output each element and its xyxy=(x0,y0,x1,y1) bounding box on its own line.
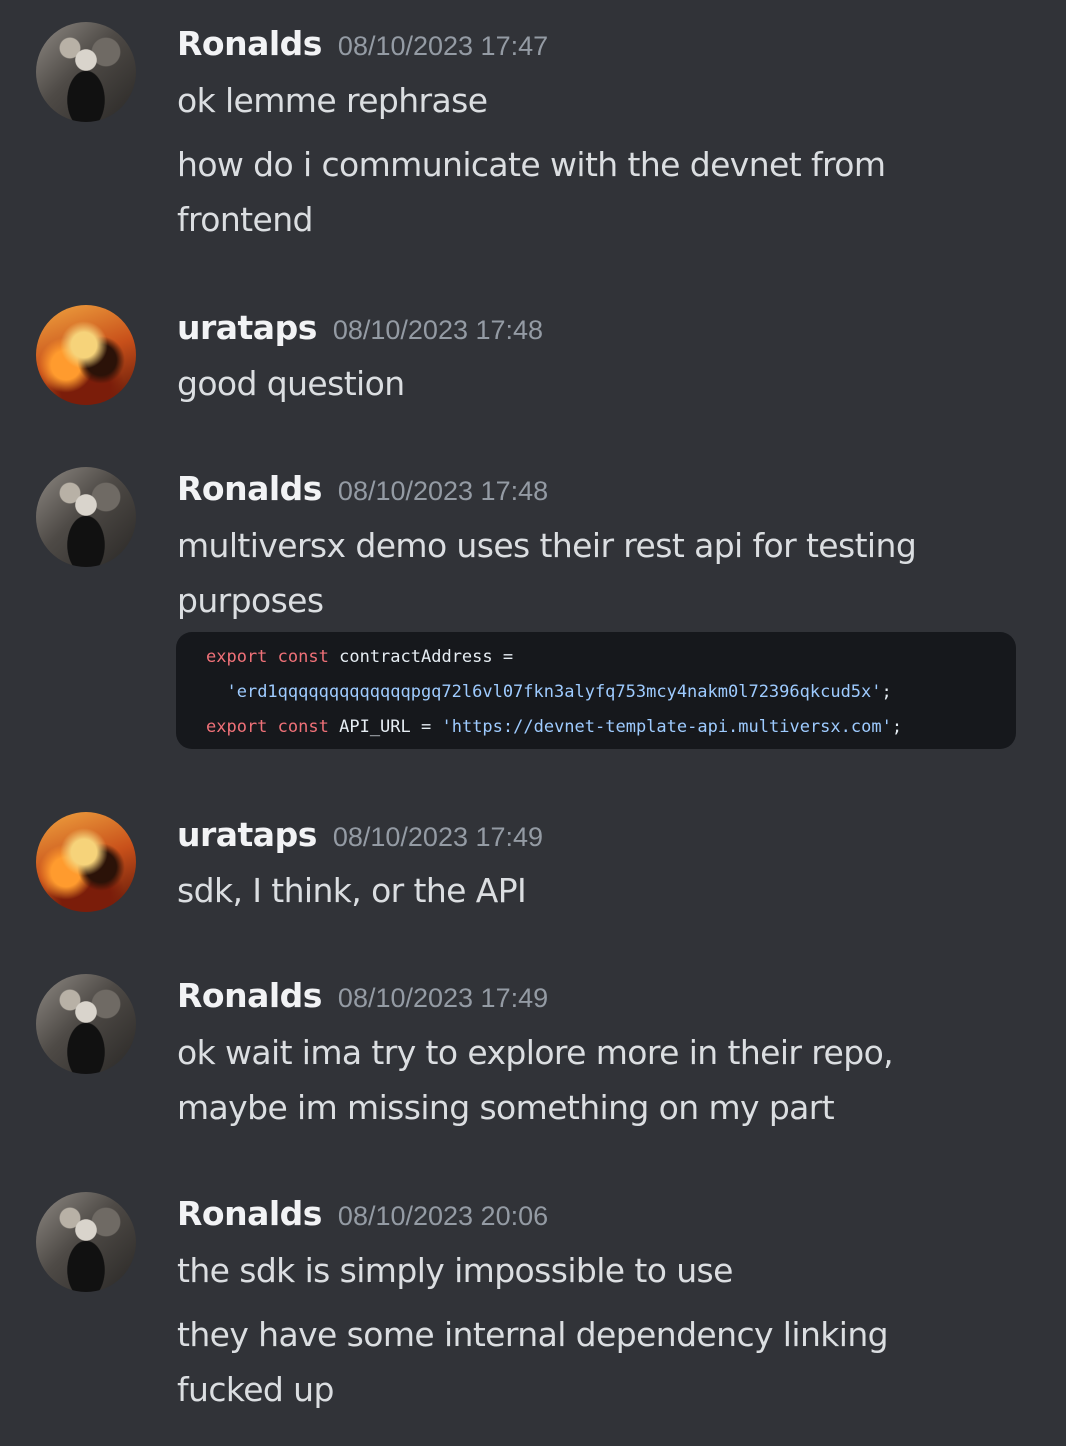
message-text: multiversx demo uses their rest api for … xyxy=(177,526,917,565)
message-text: good question xyxy=(177,364,405,403)
code-keyword: const xyxy=(277,717,329,737)
code-screenshot-attachment[interactable]: export const contractAddress = 'erd1qqqq… xyxy=(176,632,1016,749)
timestamp: 08/10/2023 17:48 xyxy=(337,476,549,506)
message-text: the sdk is simply impossible to use xyxy=(177,1251,733,1290)
code-text: contractAddress = xyxy=(339,647,514,667)
message-text: ok lemme rephrase xyxy=(177,81,488,120)
code-keyword: export xyxy=(206,717,268,737)
username[interactable]: Ronalds xyxy=(177,976,322,1015)
message-text: how do i communicate with the devnet fro… xyxy=(177,145,886,184)
username[interactable]: urataps xyxy=(177,308,317,347)
message-text: ok wait ima try to explore more in their… xyxy=(177,1033,894,1072)
timestamp: 08/10/2023 17:49 xyxy=(332,822,544,852)
timestamp: 08/10/2023 17:49 xyxy=(337,983,549,1013)
code-keyword: export xyxy=(206,647,268,667)
message-header: Ronalds 08/10/2023 20:06 xyxy=(177,1194,548,1233)
code-string: 'erd1qqqqqqqqqqqqqpgq72l6vl07fkn3alyfq75… xyxy=(226,682,882,702)
timestamp: 08/10/2023 20:06 xyxy=(337,1201,549,1231)
code-string: 'https://devnet-template-api.multiversx.… xyxy=(441,717,892,737)
username[interactable]: Ronalds xyxy=(177,1194,322,1233)
message-header: Ronalds 08/10/2023 17:48 xyxy=(177,469,548,508)
message-text: frontend xyxy=(177,200,313,239)
avatar[interactable] xyxy=(36,1192,136,1292)
avatar[interactable] xyxy=(36,467,136,567)
code-text: API_URL = xyxy=(339,717,432,737)
message-header: Ronalds 08/10/2023 17:47 xyxy=(177,24,548,63)
message-text: they have some internal dependency linki… xyxy=(177,1315,889,1354)
avatar[interactable] xyxy=(36,812,136,912)
avatar[interactable] xyxy=(36,974,136,1074)
code-text: ; xyxy=(881,682,892,702)
timestamp: 08/10/2023 17:48 xyxy=(332,315,544,345)
message-header: urataps 08/10/2023 17:48 xyxy=(177,308,543,347)
message-header: urataps 08/10/2023 17:49 xyxy=(177,815,543,854)
avatar[interactable] xyxy=(36,22,136,122)
message-text: maybe im missing something on my part xyxy=(177,1088,835,1127)
message-text: purposes xyxy=(177,581,324,620)
avatar[interactable] xyxy=(36,305,136,405)
username[interactable]: urataps xyxy=(177,815,317,854)
message-text: sdk, I think, or the API xyxy=(177,871,527,910)
message-text: fucked up xyxy=(177,1370,334,1409)
username[interactable]: Ronalds xyxy=(177,24,322,63)
username[interactable]: Ronalds xyxy=(177,469,322,508)
code-keyword: const xyxy=(277,647,329,667)
timestamp: 08/10/2023 17:47 xyxy=(337,31,549,61)
message-header: Ronalds 08/10/2023 17:49 xyxy=(177,976,548,1015)
code-text: ; xyxy=(891,717,903,737)
